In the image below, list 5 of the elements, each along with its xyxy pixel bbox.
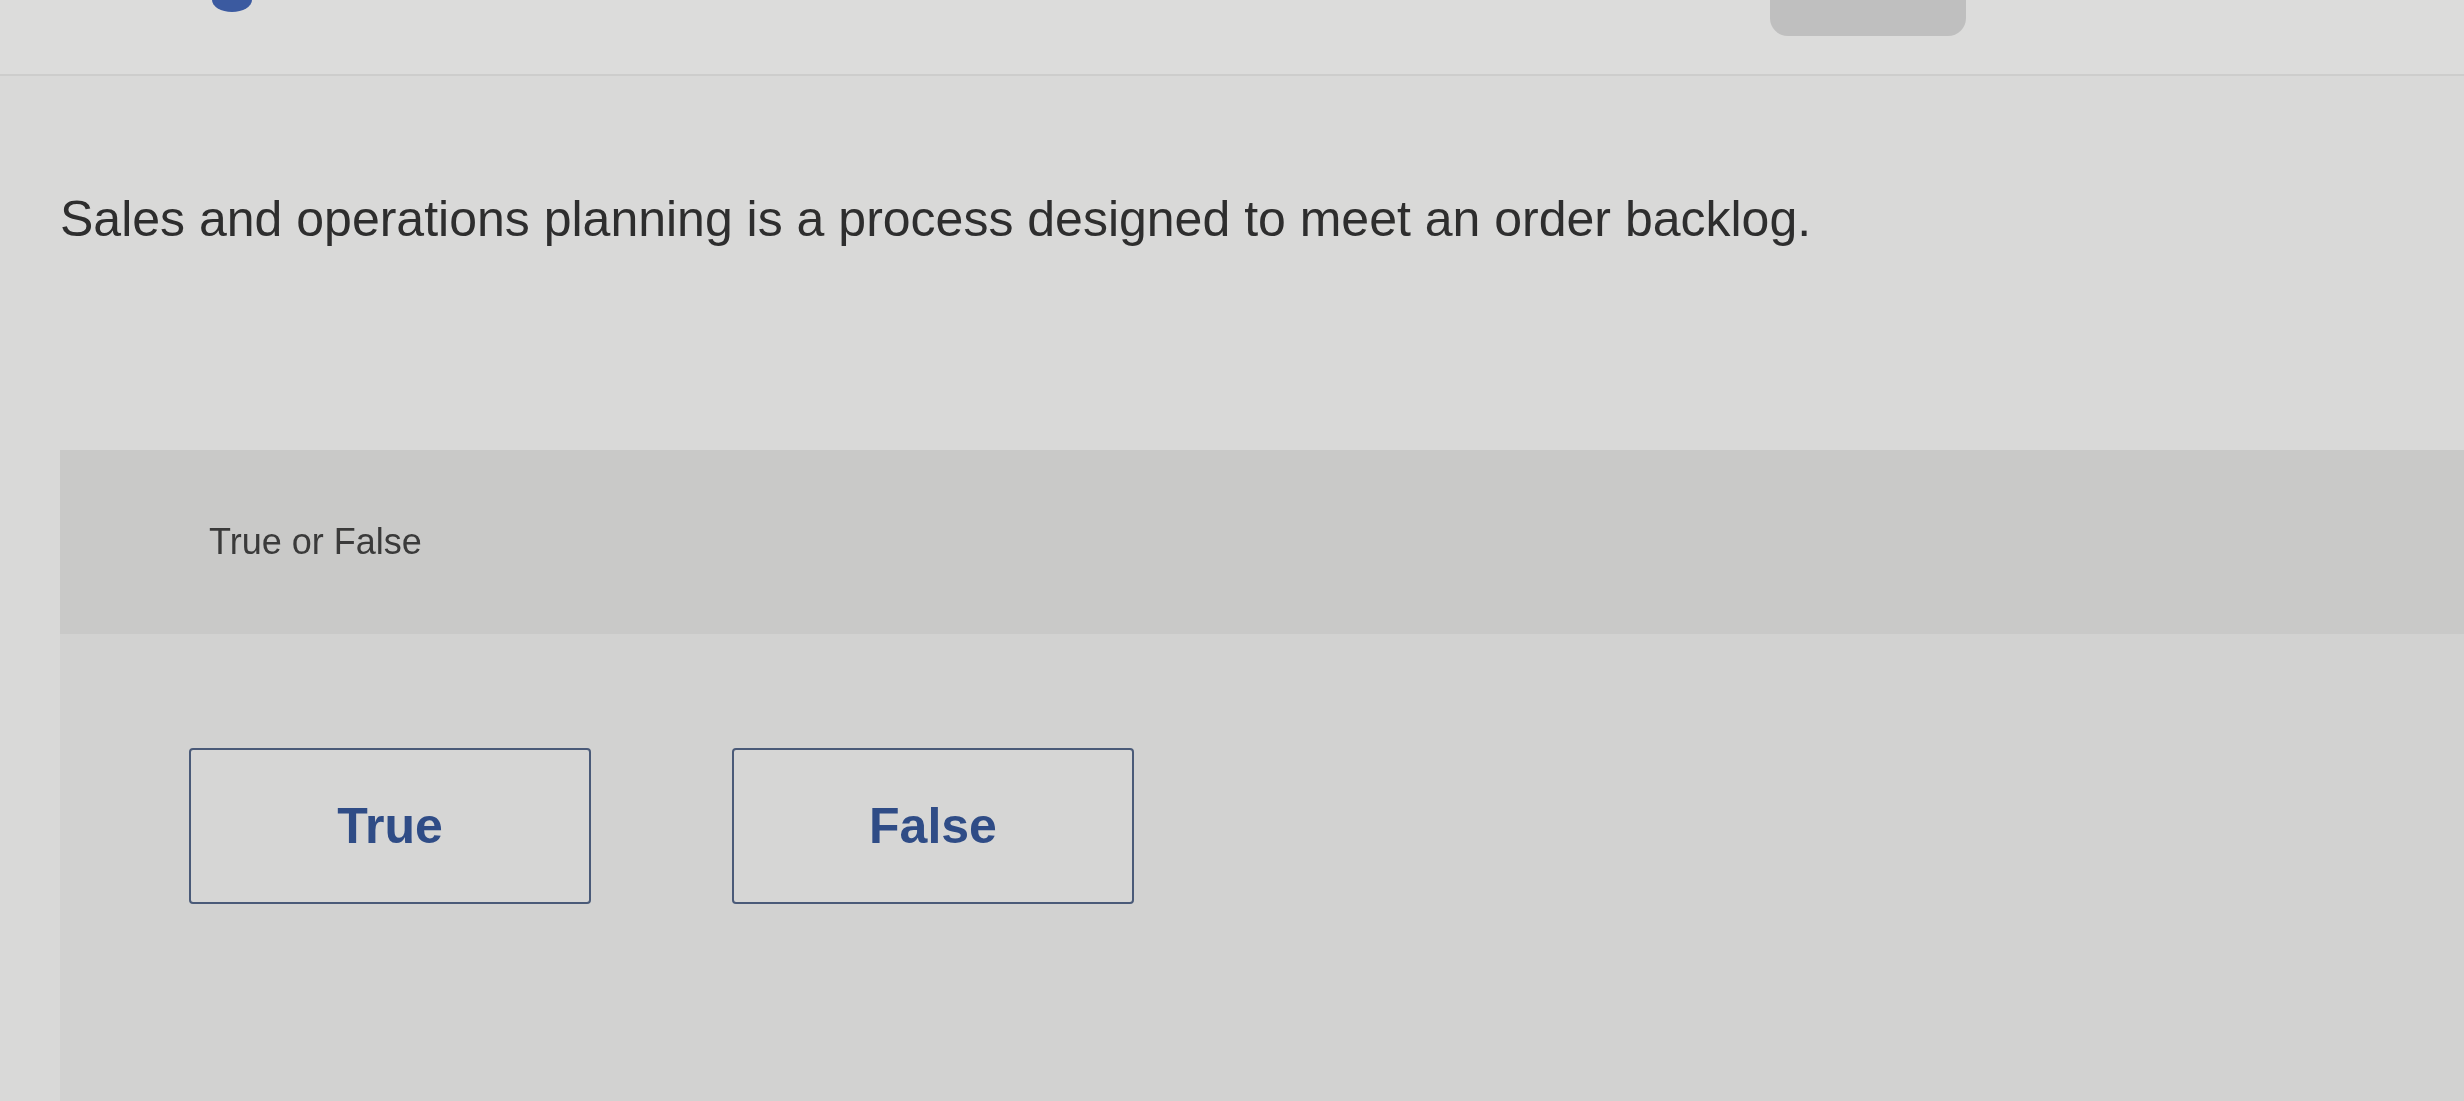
prompt-label: True or False bbox=[209, 521, 422, 563]
answer-option-button[interactable]: True bbox=[189, 748, 591, 904]
answer-option-button[interactable]: False bbox=[732, 748, 1134, 904]
question-text: Sales and operations planning is a process designed to meet an order backlog. bbox=[60, 190, 1813, 249]
top-button[interactable] bbox=[1770, 0, 1966, 36]
